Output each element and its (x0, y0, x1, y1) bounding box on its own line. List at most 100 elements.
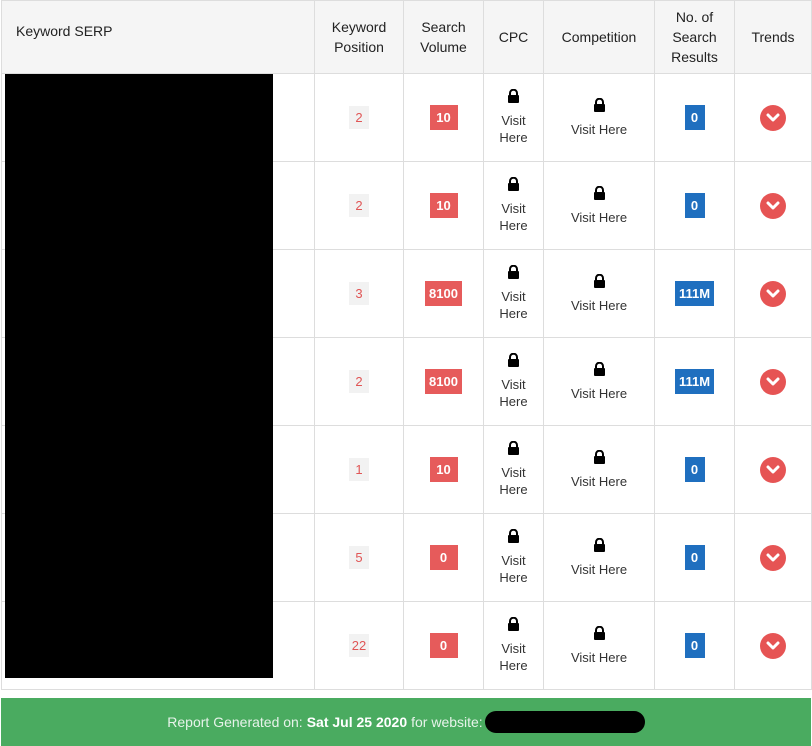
header-cpc: CPC (483, 0, 544, 74)
footer-date: Sat Jul 25 2020 (306, 714, 408, 730)
header-trends: Trends (734, 0, 812, 74)
keyword-redaction (5, 74, 273, 678)
position-badge: 3 (349, 282, 369, 305)
position-cell: 5 (314, 513, 404, 602)
position-cell: 1 (314, 425, 404, 514)
results-cell: 0 (654, 425, 735, 514)
trends-cell (734, 337, 812, 426)
competition-visit-link[interactable]: Visit Here (571, 649, 627, 666)
lock-icon (593, 625, 606, 649)
competition-visit-link[interactable]: Visit Here (571, 121, 627, 138)
trend-expand-button[interactable] (760, 104, 786, 131)
volume-badge: 8100 (425, 281, 462, 306)
results-cell: 111M (654, 337, 735, 426)
results-cell: 111M (654, 249, 735, 338)
header-keyword-position: Keyword Position (314, 0, 404, 74)
cpc-visit-link[interactable]: Visit Here (499, 640, 529, 674)
competition-visit-link[interactable]: Visit Here (571, 561, 627, 578)
volume-cell: 10 (403, 73, 484, 162)
footer-suffix: for website: (411, 714, 483, 730)
cpc-cell[interactable]: Visit Here (483, 337, 544, 426)
cpc-cell[interactable]: Visit Here (483, 601, 544, 690)
trend-expand-button[interactable] (760, 368, 786, 395)
lock-icon (507, 88, 520, 112)
results-badge: 111M (674, 281, 715, 306)
cpc-visit-link[interactable]: Visit Here (499, 200, 529, 234)
trends-cell (734, 513, 812, 602)
header-keyword-serp: Keyword SERP (1, 0, 315, 74)
results-cell: 0 (654, 73, 735, 162)
results-badge: 0 (684, 457, 705, 482)
trends-cell (734, 425, 812, 514)
results-badge: 0 (684, 633, 705, 658)
cpc-cell[interactable]: Visit Here (483, 425, 544, 514)
volume-badge: 10 (429, 457, 458, 482)
lock-icon (507, 352, 520, 376)
lock-icon (507, 616, 520, 640)
volume-cell: 8100 (403, 249, 484, 338)
trends-cell (734, 249, 812, 338)
lock-icon (593, 449, 606, 473)
volume-badge: 10 (429, 193, 458, 218)
position-cell: 2 (314, 73, 404, 162)
trend-expand-button[interactable] (760, 456, 786, 483)
cpc-cell[interactable]: Visit Here (483, 73, 544, 162)
competition-visit-link[interactable]: Visit Here (571, 385, 627, 402)
competition-visit-link[interactable]: Visit Here (571, 209, 627, 226)
trends-cell (734, 601, 812, 690)
trend-expand-button[interactable] (760, 632, 786, 659)
results-badge: 0 (684, 193, 705, 218)
volume-badge: 10 (429, 105, 458, 130)
competition-cell[interactable]: Visit Here (543, 249, 655, 338)
chevron-down-icon (766, 465, 780, 475)
chevron-down-icon (766, 113, 780, 123)
lock-icon (507, 176, 520, 200)
website-redaction (484, 711, 645, 733)
trend-expand-button[interactable] (760, 192, 786, 219)
cpc-cell[interactable]: Visit Here (483, 249, 544, 338)
volume-cell: 10 (403, 425, 484, 514)
lock-icon (507, 440, 520, 464)
cpc-visit-link[interactable]: Visit Here (499, 552, 529, 586)
cpc-visit-link[interactable]: Visit Here (499, 288, 529, 322)
lock-icon (593, 537, 606, 561)
volume-cell: 8100 (403, 337, 484, 426)
competition-cell[interactable]: Visit Here (543, 601, 655, 690)
cpc-visit-link[interactable]: Visit Here (499, 464, 529, 498)
results-badge: 0 (684, 545, 705, 570)
keyword-cell (1, 73, 315, 678)
position-cell: 22 (314, 601, 404, 690)
cpc-visit-link[interactable]: Visit Here (499, 376, 529, 410)
chevron-down-icon (766, 289, 780, 299)
table-header-row: Keyword SERP Keyword Position Search Volum… (1, 0, 812, 74)
lock-icon (593, 97, 606, 121)
competition-visit-link[interactable]: Visit Here (571, 297, 627, 314)
results-badge: 0 (684, 105, 705, 130)
competition-cell[interactable]: Visit Here (543, 513, 655, 602)
header-search-volume: Search Volume (403, 0, 484, 74)
competition-cell[interactable]: Visit Here (543, 425, 655, 514)
trend-expand-button[interactable] (760, 280, 786, 307)
trends-cell (734, 73, 812, 162)
cpc-cell[interactable]: Visit Here (483, 513, 544, 602)
competition-visit-link[interactable]: Visit Here (571, 473, 627, 490)
lock-icon (507, 264, 520, 288)
trend-expand-button[interactable] (760, 544, 786, 571)
header-search-results: No. of Search Results (654, 0, 735, 74)
competition-cell[interactable]: Visit Here (543, 337, 655, 426)
cpc-cell[interactable]: Visit Here (483, 161, 544, 250)
table-row: 2 10 Visit Here Visit Here 0 (1, 73, 812, 678)
competition-cell[interactable]: Visit Here (543, 161, 655, 250)
header-competition: Competition (543, 0, 655, 74)
lock-icon (507, 528, 520, 552)
position-badge: 1 (349, 458, 369, 481)
competition-cell[interactable]: Visit Here (543, 73, 655, 162)
position-cell: 2 (314, 161, 404, 250)
cpc-visit-link[interactable]: Visit Here (499, 112, 529, 146)
chevron-down-icon (766, 377, 780, 387)
results-cell: 0 (654, 513, 735, 602)
report-footer: Report Generated on: Sat Jul 25 2020 for… (1, 698, 811, 746)
volume-cell: 0 (403, 513, 484, 602)
chevron-down-icon (766, 553, 780, 563)
lock-icon (593, 185, 606, 209)
